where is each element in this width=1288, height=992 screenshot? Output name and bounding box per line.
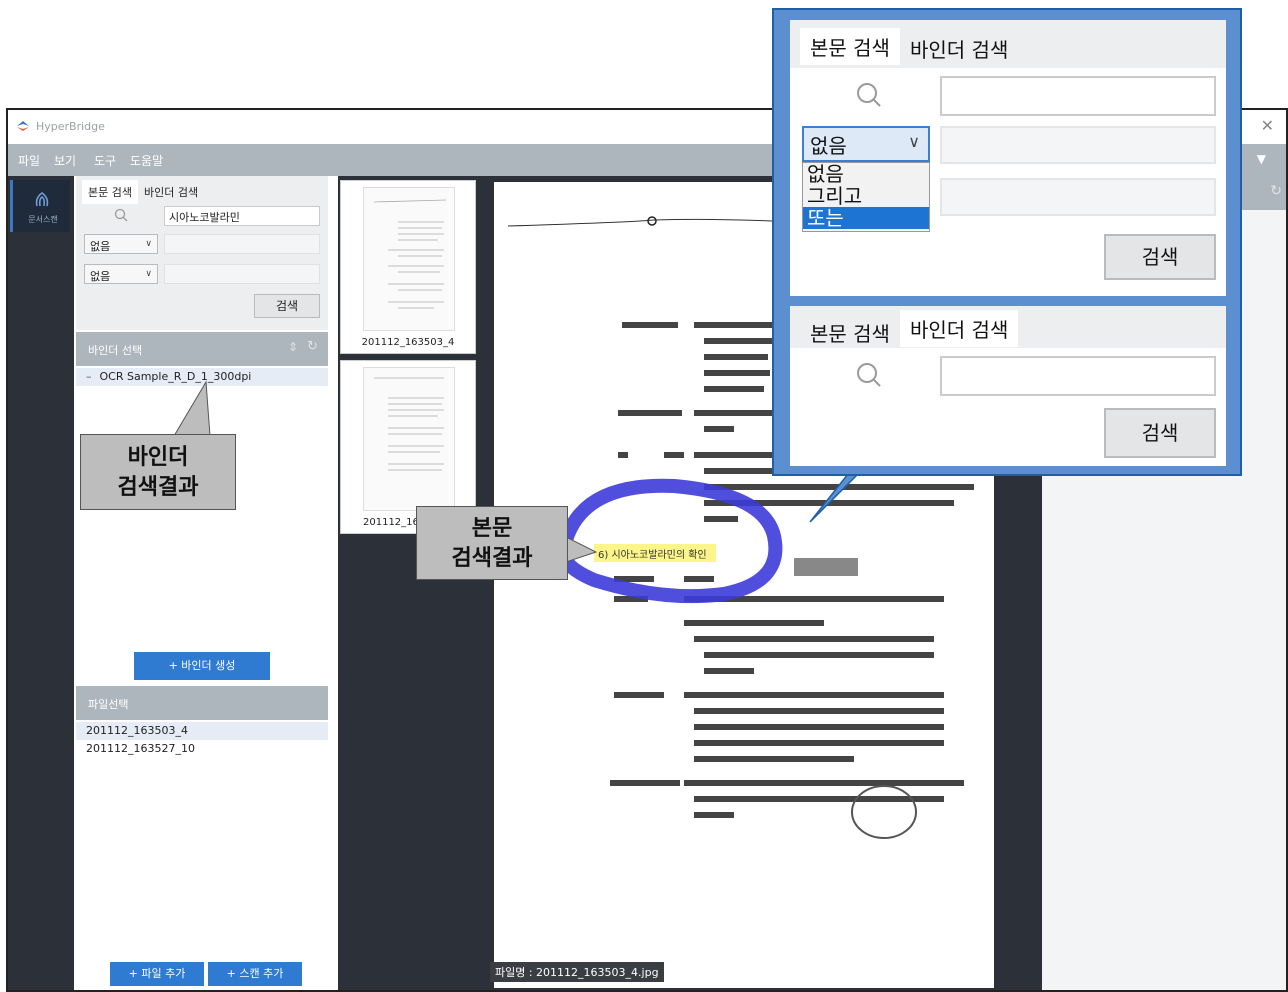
refresh-icon[interactable]: ↻ [307, 339, 318, 354]
tab-body-search[interactable]: 본문 검색 [800, 28, 900, 65]
magnified-search-popup: 본문 검색 바인더 검색 없음 ∨ 없음 그리고 또는 검색 본문 검색 바인더… [772, 8, 1242, 476]
dropdown-option-selected[interactable]: 또는 [803, 207, 929, 229]
user-menu-chevron-icon[interactable]: ▼ [1257, 152, 1266, 166]
chevron-down-icon: ∨ [908, 132, 920, 151]
chevron-down-icon: ∨ [145, 269, 152, 279]
thumbnail-page-image [363, 187, 455, 331]
list-item[interactable]: 201112_163527_10 [76, 740, 328, 758]
nav-item-scan[interactable]: 문서스캔 [10, 180, 70, 232]
dropdown-option[interactable]: 없음 [803, 163, 929, 185]
search-input-2[interactable] [940, 126, 1216, 164]
search-button[interactable]: 검색 [1104, 408, 1216, 458]
search-icon [857, 83, 881, 107]
tree-dash-icon: – [86, 370, 92, 383]
thumbnail-text-lines [373, 199, 447, 309]
search-input-3[interactable] [164, 264, 320, 284]
list-item[interactable]: 201112_163503_4 [76, 722, 328, 740]
tab-body-search[interactable]: 본문 검색 [800, 314, 900, 351]
search-input-3[interactable] [940, 178, 1216, 216]
file-section-header: 파일선택 [76, 686, 328, 720]
highlighted-text: 6) 시아노코발라민의 확인 [598, 550, 707, 561]
thumbnail-strip: 201112_163503_4 201112_163 [338, 176, 478, 990]
operator-select-1[interactable]: 없음 ∨ [84, 234, 158, 254]
add-file-button[interactable]: + 파일 추가 [110, 962, 204, 986]
refresh-icon[interactable]: ↻ [1270, 183, 1282, 199]
file-list: 201112_163503_4 201112_163527_10 + 파일 추가… [76, 720, 328, 990]
sort-icon[interactable]: ⇕ [288, 340, 298, 354]
operator-select-value: 없음 [90, 270, 111, 283]
search-button[interactable]: 검색 [254, 294, 320, 318]
callout-line: 검색결과 [117, 475, 199, 500]
chevron-down-icon: ∨ [145, 239, 152, 249]
screenshot-root: HyperBridge ✕ 파일 보기 도구 도움말 ▼ 문서스캔 본문 검색 … [0, 0, 1288, 992]
body-result-callout: 본문 검색결과 [416, 506, 568, 580]
menu-file[interactable]: 파일 [18, 152, 40, 169]
tab-body-search[interactable]: 본문 검색 [82, 180, 138, 204]
search-input[interactable] [940, 76, 1216, 116]
operator-dropdown: 없음 그리고 또는 [802, 162, 930, 232]
app-title: HyperBridge [36, 120, 105, 133]
tab-binder-search[interactable]: 바인더 검색 [900, 30, 1019, 67]
create-binder-button[interactable]: + 바인더 생성 [134, 652, 270, 680]
menu-help[interactable]: 도움말 [130, 152, 163, 169]
popup-bottom-body: 검색 [790, 348, 1226, 466]
operator-select[interactable]: 없음 ∨ [802, 126, 930, 162]
file-section-title: 파일선택 [88, 698, 129, 711]
popup-bottom-search-box: 본문 검색 바인더 검색 검색 [790, 306, 1226, 466]
filename-label: 파일명 : 201112_163503_4.jpg [490, 962, 664, 982]
search-input-2[interactable] [164, 234, 320, 254]
callout-line: 본문 [471, 516, 513, 541]
binder-section-header: 바인더 선택 ⇕ ↻ [76, 332, 328, 366]
thumbnail-text-lines [374, 377, 444, 471]
popup-top-body: 없음 ∨ 없음 그리고 또는 검색 [790, 68, 1226, 296]
menu-view[interactable]: 보기 [54, 152, 76, 169]
search-panel: 본문 검색 바인더 검색 시아노코발라민 없음 ∨ 없음 ∨ 검색 [76, 176, 328, 330]
binder-result-callout: 바인더 검색결과 [80, 434, 236, 510]
callout-line: 검색결과 [451, 546, 533, 571]
binder-section-title: 바인더 선택 [88, 344, 143, 357]
search-input[interactable] [940, 356, 1216, 396]
fingerprint-icon [35, 192, 49, 207]
dropdown-option[interactable]: 그리고 [803, 185, 929, 207]
search-button[interactable]: 검색 [1104, 234, 1216, 280]
search-icon [86, 204, 156, 226]
close-window-button[interactable]: ✕ [1261, 116, 1274, 135]
popup-pointer [809, 473, 860, 523]
operator-select-value: 없음 [90, 240, 111, 253]
left-nav: 문서스캔 [8, 176, 74, 990]
nav-item-label: 문서스캔 [28, 215, 58, 224]
callout-line: 바인더 [127, 445, 189, 470]
search-icon [857, 363, 881, 387]
popup-top-search-box: 본문 검색 바인더 검색 없음 ∨ 없음 그리고 또는 검색 [790, 20, 1226, 296]
thumbnail-page-image [363, 367, 455, 511]
binder-callout-pointer [173, 380, 211, 437]
operator-select-2[interactable]: 없음 ∨ [84, 264, 158, 284]
menu-tools[interactable]: 도구 [94, 152, 116, 169]
add-scan-button[interactable]: + 스캔 추가 [208, 962, 302, 986]
search-input[interactable]: 시아노코발라민 [164, 206, 320, 226]
tab-binder-search[interactable]: 바인더 검색 [138, 180, 204, 204]
operator-select-value: 없음 [810, 134, 847, 158]
thumbnail-label: 201112_163503_4 [361, 337, 455, 348]
tab-binder-search[interactable]: 바인더 검색 [900, 310, 1019, 347]
thumbnail-item[interactable]: 201112_163503_4 [340, 180, 476, 354]
app-logo-icon [17, 121, 29, 131]
